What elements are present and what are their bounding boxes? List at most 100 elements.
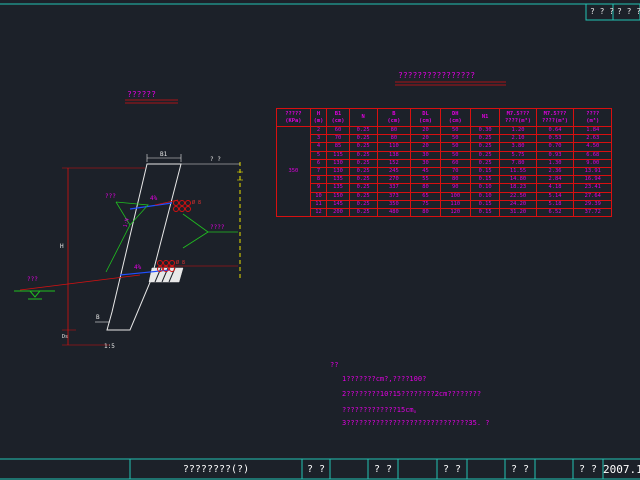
table-cell: 0.10 (469, 183, 501, 193)
table-cell: 0.93 (535, 150, 575, 160)
table-cell: 4.50 (573, 142, 612, 152)
table-cell: 120 (439, 207, 471, 218)
table-cell: 7.80 (499, 158, 537, 168)
table-cell: 152 (376, 158, 412, 168)
table-cell: 0.53 (535, 134, 575, 144)
table-cell: 200 (326, 207, 350, 218)
table-cell: 85 (326, 142, 350, 152)
table-cell: 135 (326, 175, 350, 185)
table-cell: 0.25 (469, 142, 501, 152)
left-callout-label: ??? (105, 193, 116, 200)
bearing-cell: 350 (276, 125, 311, 218)
table-row: 10 150 0.25 373 65 100 0.10 22.50 5.14 27.64 (277, 191, 612, 201)
table-cell: 70 (326, 134, 350, 144)
header-cell: B1 (cm) (326, 108, 350, 127)
table-cell: 80 (376, 134, 412, 144)
spec-table: ????? (KPa) H (m) B1 (cm) N B (cm) DL (cm) DH… (276, 108, 612, 218)
table-cell: 60 (439, 158, 471, 168)
table-cell: 4.18 (535, 183, 575, 193)
table-header-row: ????? (KPa) H (m) B1 (cm) N B (cm) DL (cm) DH… (276, 108, 612, 127)
table-cell: 138 (376, 150, 412, 160)
table-cell: 5.14 (535, 191, 575, 201)
table-cell: 0.25 (348, 158, 378, 168)
grade-label: 1:5 (104, 343, 115, 350)
table-cell: 7 (309, 166, 328, 177)
header-cell: H (m) (309, 108, 328, 127)
notes-heading: ?? (330, 361, 339, 369)
table-cell: 14.80 (499, 175, 537, 185)
bars-bottom-label: Ø 8 (176, 260, 186, 266)
table-cell: 8 (309, 175, 328, 185)
table-cell: 13.91 (573, 166, 612, 177)
header-cell: B (cm) (376, 108, 412, 127)
table-cell: 20 (410, 125, 441, 136)
header-cell: ???? (m³) (573, 108, 612, 127)
table-cell: 2.84 (535, 175, 575, 185)
header-cell: DH (cm) (439, 108, 471, 127)
table-cell: 245 (376, 166, 412, 177)
table-cell: 150 (326, 191, 350, 201)
table-row: 4 85 0.25 110 20 50 0.25 3.80 0.70 4.50 (277, 142, 612, 152)
table-row: 11 145 0.25 350 75 110 0.15 24.20 5.18 29.39 (277, 199, 612, 209)
left-callout-lines (115, 201, 149, 226)
table-cell: 350 (376, 199, 412, 209)
base-slope-label: 4% (134, 264, 142, 271)
table-cell: 0.15 (469, 175, 501, 185)
table-cell: 6 (309, 158, 328, 168)
table-row: 12 200 0.25 480 80 120 0.15 31.20 6.52 37.72 (277, 207, 612, 218)
table-cell: 50 (439, 150, 471, 160)
table-row: 9 135 0.25 337 80 90 0.10 18.23 4.18 23.41 (277, 183, 612, 193)
base-height-label: Ds (62, 334, 69, 340)
table-cell: 50 (439, 134, 471, 144)
header-cell: ????? (KPa) (276, 108, 311, 127)
top-width-label: B1 (160, 151, 168, 158)
height-label: H (60, 243, 64, 250)
table-cell: 80 (376, 125, 412, 136)
header-cell: N (348, 108, 378, 127)
table-cell: 0.25 (348, 183, 378, 193)
base-width-label: B (96, 314, 100, 321)
table-cell: 6.68 (573, 150, 612, 160)
table-row: 350 2 60 0.25 80 20 50 0.30 1.20 0.64 1.84 (276, 125, 612, 218)
table-cell: 80 (439, 175, 471, 185)
header-cell: M7.5??? ????(m³) (535, 108, 575, 127)
table-cell: 0.25 (348, 125, 378, 136)
table-body: 350 2 60 0.25 80 20 50 0.30 1.20 0.64 1.84 3 70 0.25 8… (276, 125, 612, 218)
table-cell: 90 (439, 183, 471, 193)
table-cell: 0.25 (348, 175, 378, 185)
table-cell: 6.52 (535, 207, 575, 218)
right-callout-label: ???? (210, 224, 225, 231)
table-cell: 130 (326, 158, 350, 168)
table-cell: 0.25 (469, 150, 501, 160)
table-cell: 5.18 (535, 199, 575, 209)
table-cell: 45 (410, 166, 441, 177)
table-cell: 11 (309, 199, 328, 209)
table-title: ???????????????? (398, 71, 476, 80)
table-cell: 30 (410, 150, 441, 160)
table-cell: 12 (309, 207, 328, 218)
table-cell: 20 (410, 142, 441, 152)
table-cell: 0.25 (348, 166, 378, 177)
table-cell: 130 (326, 166, 350, 177)
table-cell: 337 (376, 183, 412, 193)
table-cell: 18.23 (499, 183, 537, 193)
table-cell: 0.10 (469, 191, 501, 201)
wall-cross-section (14, 81, 506, 346)
table-cell: 10 (309, 191, 328, 201)
table-cell: 3 (309, 134, 328, 144)
table-cell: 135 (326, 183, 350, 193)
header-cell: N1 (469, 108, 501, 127)
drain-slope-label: 4% (150, 195, 158, 202)
table-cell: 2.63 (573, 134, 612, 144)
table-cell: 0.25 (348, 134, 378, 144)
table-cell: 23.41 (573, 183, 612, 193)
ground-label: ??? (27, 276, 38, 283)
top-mark-label: ? ? (210, 156, 221, 163)
table-row: 3 70 0.25 80 20 50 0.25 2.10 0.53 2.63 (277, 134, 612, 144)
table-cell: 16.94 (573, 175, 612, 185)
table-cell: 27.64 (573, 191, 612, 201)
table-cell: 100 (439, 191, 471, 201)
table-cell: 29.39 (573, 199, 612, 209)
table-cell: 31.20 (499, 207, 537, 218)
table-cell: 11.55 (499, 166, 537, 177)
